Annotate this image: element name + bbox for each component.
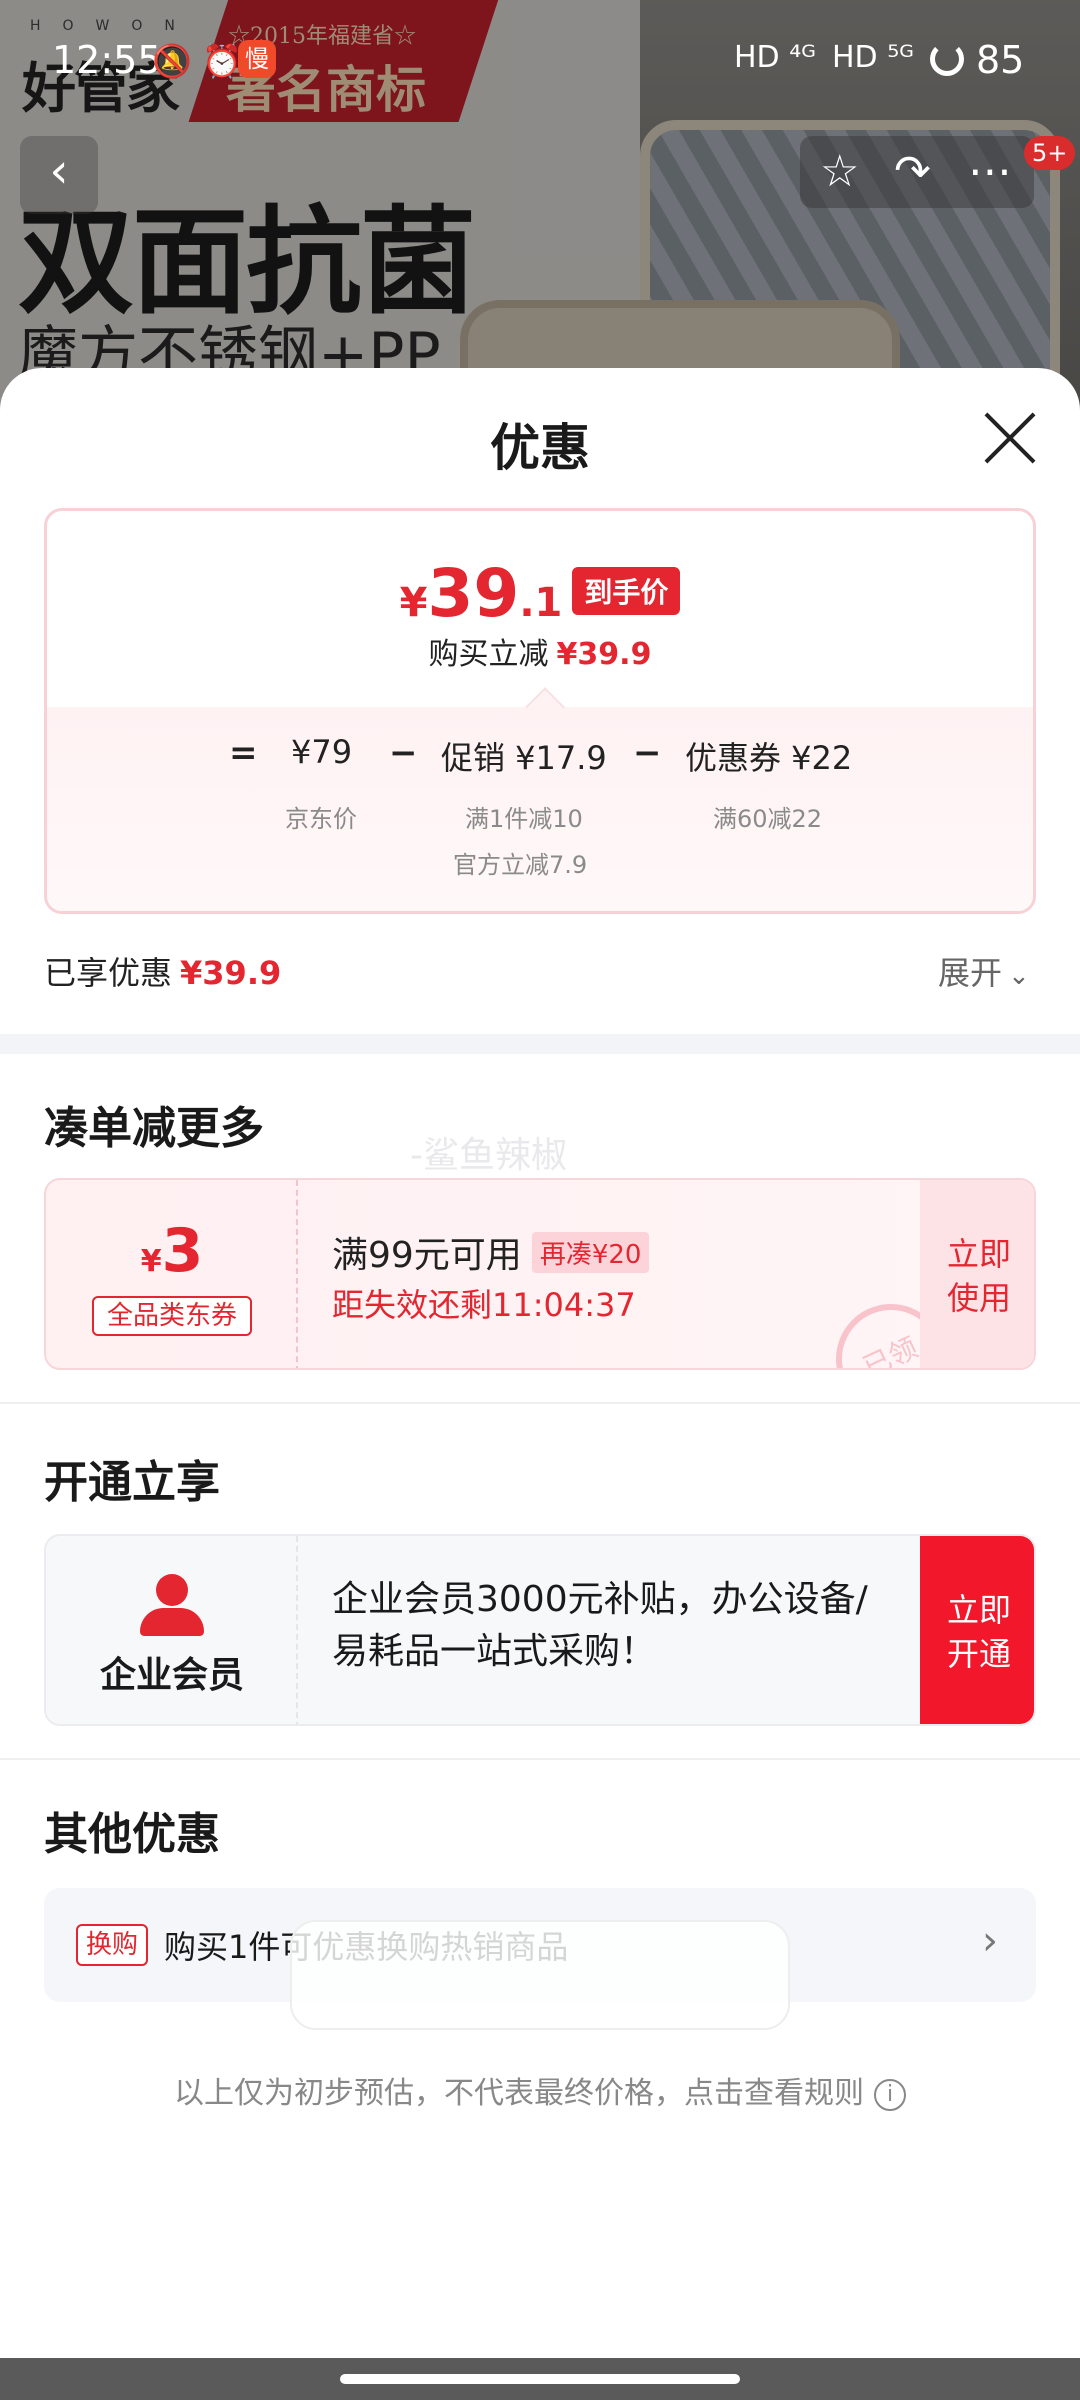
home-indicator[interactable] — [340, 2374, 740, 2384]
coupon-countdown: 距失效还剩11:04:37 — [332, 1286, 636, 1324]
instant-discount-value: ¥39.9 — [556, 637, 652, 672]
price-breakdown: = ¥79 京东价 − 促销 ¥17.9 满1件减10 官方立减7.9 − 优惠… — [47, 707, 1033, 911]
coupon-more-tag: 再凑¥20 — [531, 1232, 650, 1273]
disclaimer[interactable]: 以上仅为初步预估，不代表最终价格，点击查看规则 i — [0, 2068, 1080, 2112]
price-fraction: .1 — [519, 580, 563, 626]
membership-panel: 企业会员 — [46, 1536, 298, 1724]
top-actions: ☆ ↷ ⋯ — [800, 136, 1034, 208]
back-button[interactable]: ‹ — [20, 136, 98, 214]
expand-button[interactable]: 展开 ⌄ — [938, 948, 1030, 994]
section-title-open: 开通立享 — [44, 1457, 220, 1508]
coupon-note: 满60减22 — [713, 805, 823, 833]
membership-description: 企业会员3000元补贴，办公设备/易耗品一站式采购！ — [332, 1579, 868, 1672]
toast-overlay — [290, 1920, 790, 2030]
promo-note-1: 满1件减10 — [465, 805, 583, 833]
system-nav-bar — [0, 2358, 1080, 2400]
enjoyed-discount: 已享优惠 ¥39.9 — [44, 948, 281, 994]
trade-in-tag: 换购 — [76, 1924, 149, 1966]
price-card: ¥39.1 到手价 购买立减 ¥39.9 = ¥79 京东价 − 促销 ¥17.9 … — [44, 508, 1036, 914]
activate-membership-button[interactable]: 立即 开通 — [920, 1536, 1034, 1724]
coupon-amount-panel: ¥3 全品类东券 — [46, 1180, 298, 1368]
enjoyed-label: 已享优惠 — [44, 954, 173, 992]
coupon-card: ¥3 全品类东券 满99元可用 再凑¥20 距失效还剩11:04:37 已领 立即… — [44, 1178, 1036, 1370]
section-divider — [0, 1034, 1080, 1054]
favorite-star-icon[interactable]: ☆ — [820, 146, 859, 197]
status-notification-icons: 🔕 ⏰ — [152, 42, 242, 80]
jd-price: ¥79 — [291, 733, 353, 771]
message-badge: 5+ — [1024, 136, 1076, 170]
expand-label: 展开 — [938, 954, 1003, 992]
status-time: 12:55 — [52, 38, 162, 82]
price-currency: ¥ — [399, 580, 428, 626]
membership-name: 企业会员 — [99, 1655, 244, 1696]
section-divider-thin-2 — [0, 1758, 1080, 1760]
signal-5g-icon: HD ⁵ᴳ — [832, 40, 914, 75]
info-icon[interactable]: i — [874, 2079, 906, 2111]
minus-sign-2: − — [633, 733, 662, 773]
minus-sign-1: − — [389, 733, 418, 773]
battery-icon — [930, 42, 964, 76]
instant-discount-label: 购买立减 — [428, 637, 549, 672]
signal-4g-icon: HD ⁴ᴳ — [734, 40, 816, 75]
battery-level: 85 — [976, 38, 1025, 82]
chevron-down-icon: ⌄ — [1008, 961, 1030, 991]
section-divider-thin — [0, 1402, 1080, 1404]
coupon-type: 全品类东券 — [92, 1296, 252, 1336]
equals-sign: = — [229, 733, 258, 773]
coupon-value: ¥3 — [46, 1216, 298, 1286]
coupon-amount: 优惠券 ¥22 — [685, 739, 853, 777]
close-icon[interactable] — [982, 410, 1038, 466]
app-notification-icon: 慢 — [238, 40, 276, 78]
disclaimer-text: 以上仅为初步预估，不代表最终价格，点击查看规则 — [174, 2076, 864, 2111]
final-price: ¥39.1 到手价 — [47, 555, 1033, 632]
coupon-amount-number: 3 — [161, 1216, 204, 1286]
instant-discount: 购买立减 ¥39.9 — [47, 629, 1033, 673]
user-icon — [138, 1574, 206, 1636]
status-bar: 12:55 🔕 ⏰ 慢 HD ⁴ᴳ HD ⁵ᴳ 85 — [0, 0, 1080, 120]
discount-sheet: 优惠 ¥39.1 到手价 购买立减 ¥39.9 = ¥79 京东价 − 促销 ¥17… — [0, 368, 1080, 2358]
promo-note-2: 官方立减7.9 — [453, 851, 588, 879]
coupon-currency: ¥ — [140, 1244, 162, 1279]
enjoyed-value: ¥39.9 — [180, 954, 282, 992]
coupon-condition: 满99元可用 再凑¥20 — [332, 1226, 650, 1278]
section-title-more: 凑单减更多 — [44, 1103, 264, 1154]
section-title-other: 其他优惠 — [44, 1809, 220, 1860]
coupon-condition-text: 满99元可用 — [332, 1235, 522, 1276]
price-integer: 39 — [427, 555, 520, 632]
promo-amount: 促销 ¥17.9 — [441, 739, 607, 777]
membership-card: 企业会员 企业会员3000元补贴，办公设备/易耗品一站式采购！ 立即 开通 — [44, 1534, 1036, 1726]
final-price-tag: 到手价 — [572, 567, 681, 615]
share-icon[interactable]: ↷ — [894, 146, 931, 197]
use-coupon-button[interactable]: 立即 使用 — [920, 1180, 1034, 1368]
more-icon[interactable]: ⋯ — [968, 146, 1012, 197]
watermark: -鲨鱼辣椒 — [410, 1135, 567, 1176]
sheet-title: 优惠 — [490, 419, 590, 477]
jd-price-label: 京东价 — [285, 805, 357, 833]
chevron-right-icon: › — [982, 1918, 998, 1964]
